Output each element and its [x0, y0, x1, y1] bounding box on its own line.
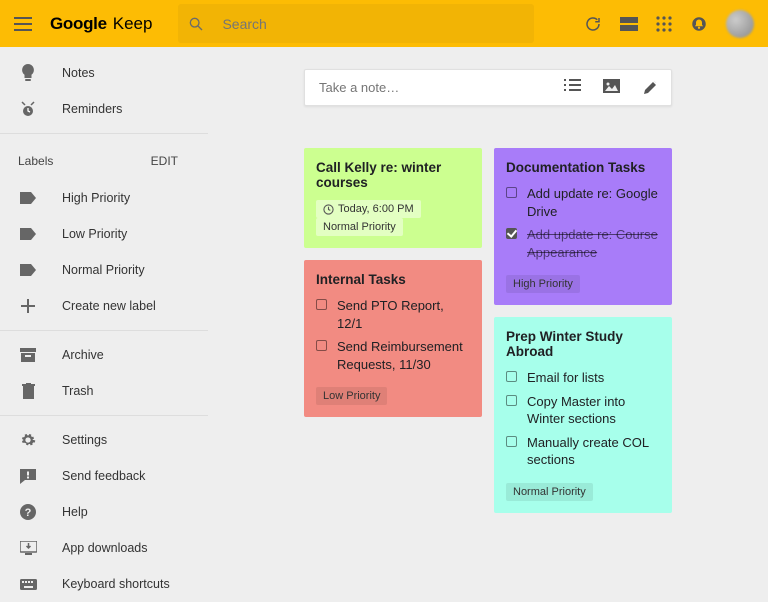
checklist-item[interactable]: Add update re: Google Drive — [506, 185, 660, 220]
search-box[interactable] — [178, 4, 534, 43]
new-image-icon[interactable] — [603, 79, 620, 96]
label-chip[interactable]: High Priority — [506, 275, 580, 293]
sidebar-item-label: Reminders — [62, 102, 122, 116]
checklist-item[interactable]: Email for lists — [506, 369, 660, 387]
checkbox-icon[interactable] — [506, 395, 517, 406]
sidebar-item-label: Help — [62, 505, 88, 519]
sidebar-item-label: App downloads — [62, 541, 147, 555]
note-title: Prep Winter Study Abroad — [506, 329, 660, 359]
note-card[interactable]: Internal Tasks Send PTO Report, 12/1 Sen… — [304, 260, 482, 417]
archive-icon — [18, 348, 38, 362]
checkbox-icon[interactable] — [506, 371, 517, 382]
apps-grid-icon[interactable] — [656, 16, 672, 32]
label-icon — [18, 228, 38, 240]
note-card[interactable]: Documentation Tasks Add update re: Googl… — [494, 148, 672, 305]
note-card[interactable]: Prep Winter Study Abroad Email for lists… — [494, 317, 672, 513]
new-drawing-icon[interactable] — [642, 79, 657, 96]
sidebar-item-notes[interactable]: Notes — [0, 55, 208, 91]
trash-icon — [18, 383, 38, 399]
gear-icon — [18, 432, 38, 448]
sidebar: Notes Reminders Labels EDIT High Priorit… — [0, 47, 208, 602]
labels-heading: Labels — [18, 154, 53, 168]
label-icon — [18, 192, 38, 204]
sidebar-item-settings[interactable]: Settings — [0, 422, 208, 458]
note-card[interactable]: Call Kelly re: winter courses Today, 6:0… — [304, 148, 482, 248]
sidebar-item-label: Notes — [62, 66, 95, 80]
compose-bar[interactable] — [304, 69, 672, 106]
sidebar-label-low-priority[interactable]: Low Priority — [0, 216, 208, 252]
checkbox-icon[interactable] — [316, 340, 327, 351]
sidebar-item-label: Create new label — [62, 299, 156, 313]
sidebar-item-label: Normal Priority — [62, 263, 145, 277]
sidebar-item-label: Settings — [62, 433, 107, 447]
help-icon: ? — [18, 504, 38, 520]
label-icon — [18, 264, 38, 276]
label-chip[interactable]: Normal Priority — [316, 218, 403, 236]
checklist-item[interactable]: Add update re: Course Appearance — [506, 226, 660, 261]
notifications-icon[interactable] — [690, 15, 708, 33]
logo-keep: Keep — [113, 14, 153, 34]
menu-icon[interactable] — [14, 17, 36, 31]
compose-input[interactable] — [319, 80, 564, 95]
note-title: Documentation Tasks — [506, 160, 660, 175]
sidebar-item-help[interactable]: ? Help — [0, 494, 208, 530]
notes-grid: Call Kelly re: winter courses Today, 6:0… — [304, 148, 672, 513]
checklist-item[interactable]: Copy Master into Winter sections — [506, 393, 660, 428]
sidebar-item-label: Trash — [62, 384, 94, 398]
sidebar-item-trash[interactable]: Trash — [0, 373, 208, 409]
keyboard-icon — [18, 579, 38, 590]
sidebar-item-label: Send feedback — [62, 469, 145, 483]
avatar[interactable] — [726, 10, 754, 38]
checkbox-icon[interactable] — [506, 436, 517, 447]
view-toggle-icon[interactable] — [620, 17, 638, 31]
reminder-chip[interactable]: Today, 6:00 PM — [316, 200, 421, 218]
checklist-item[interactable]: Send PTO Report, 12/1 — [316, 297, 470, 332]
sidebar-item-downloads[interactable]: App downloads — [0, 530, 208, 566]
sidebar-item-shortcuts[interactable]: Keyboard shortcuts — [0, 566, 208, 602]
feedback-icon — [18, 469, 38, 484]
label-chip[interactable]: Low Priority — [316, 387, 387, 405]
new-list-icon[interactable] — [564, 79, 581, 96]
main-area: Call Kelly re: winter courses Today, 6:0… — [208, 47, 768, 589]
search-input[interactable] — [222, 16, 524, 32]
refresh-icon[interactable] — [584, 15, 602, 33]
sidebar-item-label: Low Priority — [62, 227, 127, 241]
search-icon — [188, 16, 204, 32]
sidebar-item-reminders[interactable]: Reminders — [0, 91, 208, 127]
sidebar-label-high-priority[interactable]: High Priority — [0, 180, 208, 216]
sidebar-item-feedback[interactable]: Send feedback — [0, 458, 208, 494]
edit-labels-button[interactable]: EDIT — [151, 154, 178, 168]
checkbox-icon[interactable] — [316, 299, 327, 310]
checklist-item[interactable]: Send Reimbursement Requests, 11/30 — [316, 338, 470, 373]
checkbox-checked-icon[interactable] — [506, 228, 517, 239]
bulb-icon — [18, 64, 38, 82]
sidebar-item-archive[interactable]: Archive — [0, 337, 208, 373]
app-logo: Google Keep — [50, 14, 152, 34]
checkbox-icon[interactable] — [506, 187, 517, 198]
svg-text:?: ? — [25, 507, 32, 519]
app-header: Google Keep — [0, 0, 768, 47]
sidebar-item-label: Archive — [62, 348, 104, 362]
label-chip[interactable]: Normal Priority — [506, 483, 593, 501]
download-icon — [18, 541, 38, 555]
checklist-item[interactable]: Manually create COL sections — [506, 434, 660, 469]
sidebar-item-label: High Priority — [62, 191, 130, 205]
sidebar-label-normal-priority[interactable]: Normal Priority — [0, 252, 208, 288]
note-title: Internal Tasks — [316, 272, 470, 287]
sidebar-create-label[interactable]: Create new label — [0, 288, 208, 324]
note-title: Call Kelly re: winter courses — [316, 160, 470, 190]
logo-google: Google — [50, 14, 107, 34]
plus-icon — [18, 299, 38, 313]
clock-icon — [323, 204, 334, 215]
reminder-icon — [18, 100, 38, 118]
